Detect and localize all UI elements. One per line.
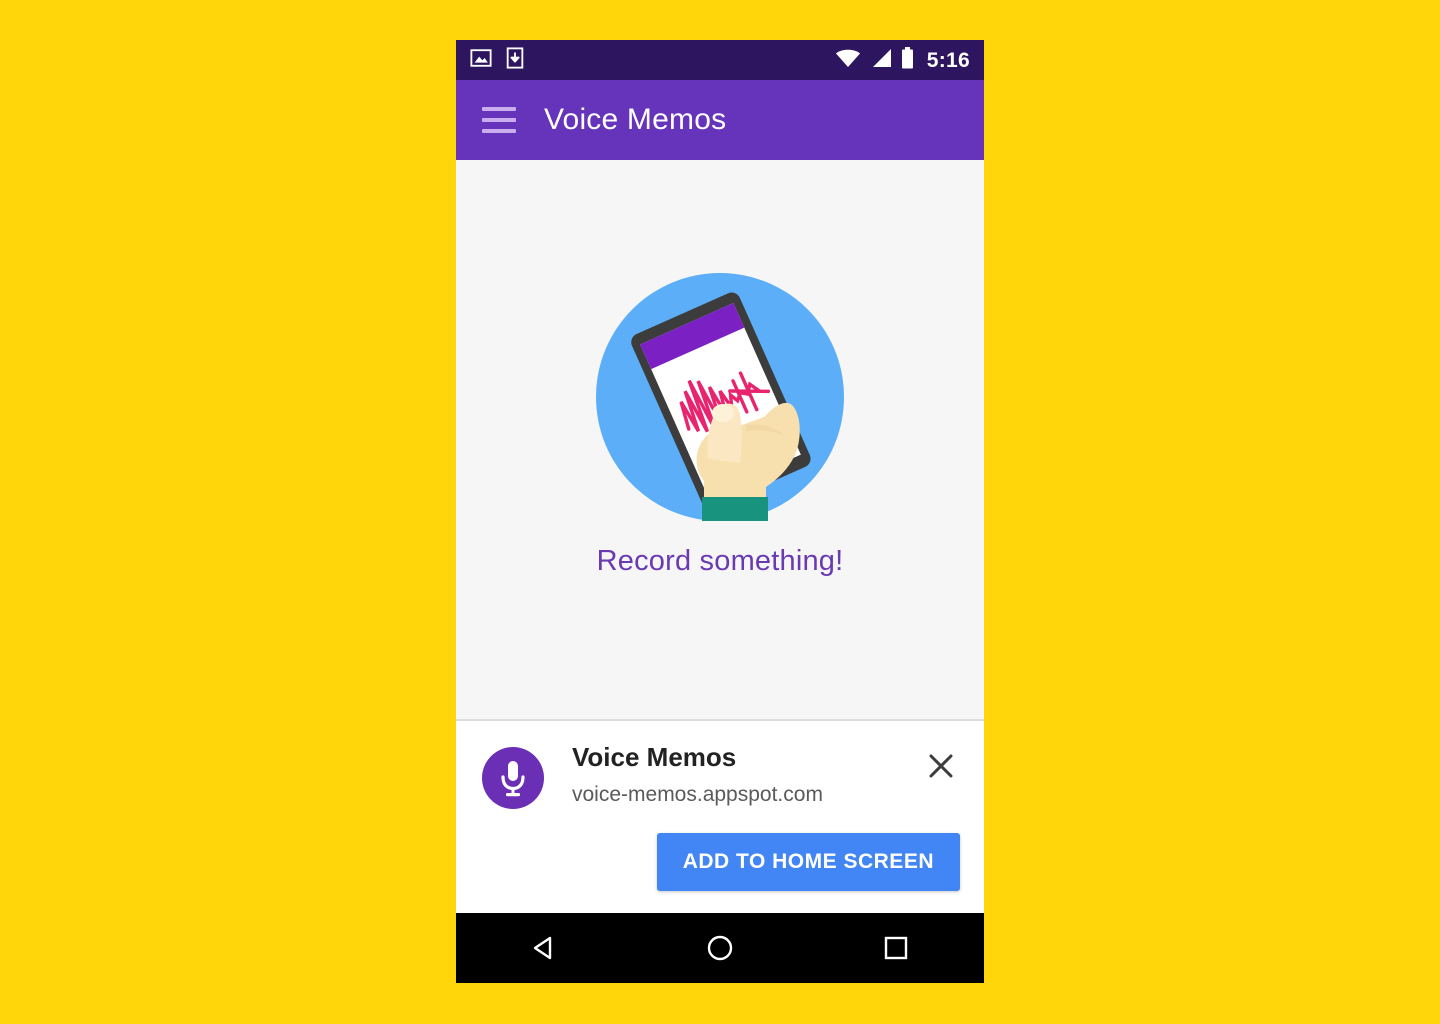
banner-app-name: Voice Memos xyxy=(572,742,737,772)
microphone-icon xyxy=(482,747,544,809)
hand-holding-phone-recording-illustration xyxy=(596,273,844,521)
status-bar-notification-icons xyxy=(470,46,524,74)
screenshot-stage: 5:16 Voice Memos Record something! Voice… xyxy=(0,0,1440,1024)
hamburger-menu-icon[interactable] xyxy=(482,107,516,133)
status-bar-system-icons: 5:16 xyxy=(835,46,970,74)
app-bar: Voice Memos xyxy=(456,80,984,160)
android-navigation-bar xyxy=(456,913,984,983)
cell-signal-icon xyxy=(870,48,892,73)
status-bar-clock: 5:16 xyxy=(926,48,970,72)
illustration-sleeve xyxy=(702,497,768,521)
android-status-bar: 5:16 xyxy=(456,40,984,80)
nav-home-button[interactable] xyxy=(683,913,757,983)
download-icon xyxy=(506,46,524,74)
wifi-icon xyxy=(835,48,861,73)
hamburger-line xyxy=(482,129,516,133)
main-content-empty-state: Record something! xyxy=(456,160,984,719)
add-to-home-screen-button[interactable]: ADD TO HOME SCREEN xyxy=(656,833,960,891)
banner-text-block: Voice Memos voice-memos.appspot.com xyxy=(572,742,924,807)
empty-state-message: Record something! xyxy=(596,545,844,577)
phone-device-frame: 5:16 Voice Memos Record something! Voice… xyxy=(456,40,984,983)
banner-header-row: Voice Memos voice-memos.appspot.com xyxy=(482,742,958,809)
nav-back-button[interactable] xyxy=(507,913,581,983)
hamburger-line xyxy=(482,107,516,111)
battery-icon xyxy=(901,46,914,74)
image-icon xyxy=(470,47,492,74)
add-to-home-screen-banner: Voice Memos voice-memos.appspot.com ADD … xyxy=(456,719,984,913)
app-title: Voice Memos xyxy=(544,103,727,136)
banner-actions: ADD TO HOME SCREEN xyxy=(656,833,960,891)
hamburger-line xyxy=(482,118,516,122)
close-icon[interactable] xyxy=(924,749,958,783)
banner-app-url: voice-memos.appspot.com xyxy=(572,782,823,806)
nav-recents-button[interactable] xyxy=(859,913,933,983)
